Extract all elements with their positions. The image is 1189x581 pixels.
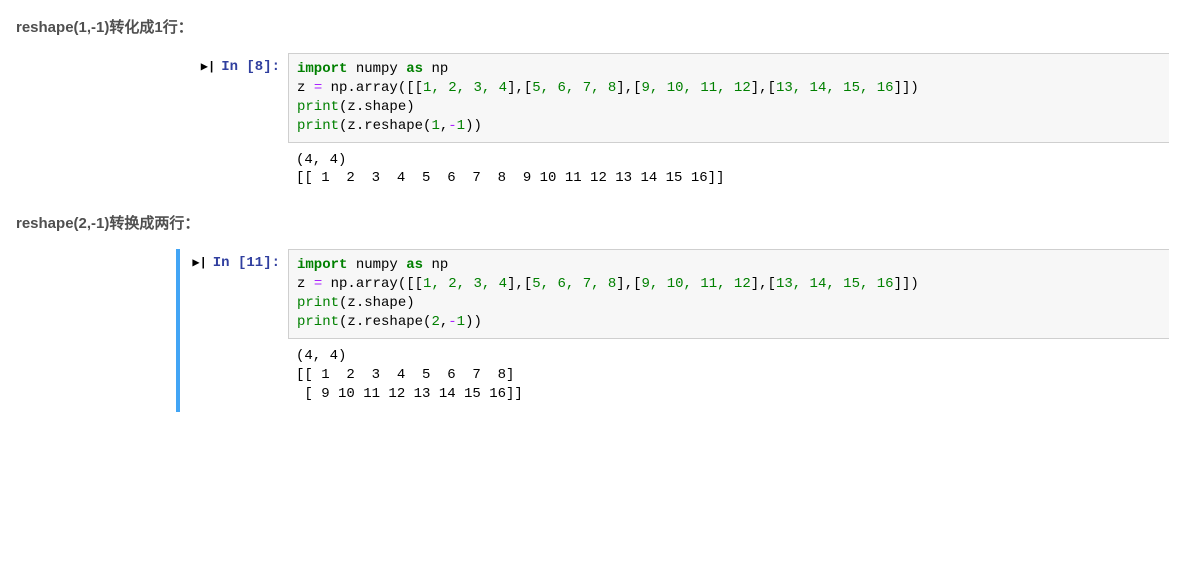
code-block-2: ▶| In [11]: import numpy as np z = np.arr… xyxy=(176,249,1169,411)
prompt-label-1: In [8]: xyxy=(221,59,280,75)
output-row-2: (4, 4) [[ 1 2 3 4 5 6 7 8] [ 9 10 11 12 … xyxy=(180,339,1169,412)
run-icon: ▶| xyxy=(192,256,206,270)
input-row-2: ▶| In [11]: import numpy as np z = np.arr… xyxy=(180,249,1169,339)
output-prompt-2 xyxy=(180,339,288,345)
code-block-1: ▶| In [8]: import numpy as np z = np.arra… xyxy=(176,53,1169,196)
run-icon: ▶| xyxy=(201,60,215,74)
code-output-1: (4, 4) [[ 1 2 3 4 5 6 7 8 9 10 11 12 13 … xyxy=(288,143,1169,197)
output-prompt-1 xyxy=(180,143,288,149)
cell-wrapper-2: ▶| In [11]: import numpy as np z = np.arr… xyxy=(176,249,1169,411)
code-output-2: (4, 4) [[ 1 2 3 4 5 6 7 8] [ 9 10 11 12 … xyxy=(288,339,1169,412)
prompt-label-2: In [11]: xyxy=(213,256,280,272)
heading-1: reshape(1,-1)转化成1行： xyxy=(16,16,1169,37)
code-input-1: import numpy as np z = np.array([[1, 2, … xyxy=(288,53,1169,143)
heading-2: reshape(2,-1)转换成两行： xyxy=(16,212,1169,233)
input-row-1: ▶| In [8]: import numpy as np z = np.arra… xyxy=(180,53,1169,143)
section-reshape-2: reshape(2,-1)转换成两行： ▶| In [11]: import nu… xyxy=(16,212,1169,411)
section-reshape-1: reshape(1,-1)转化成1行： ▶| In [8]: import num… xyxy=(16,16,1169,196)
document-page: reshape(1,-1)转化成1行： ▶| In [8]: import num… xyxy=(0,16,1189,442)
cell-wrapper-1: ▶| In [8]: import numpy as np z = np.arra… xyxy=(176,53,1169,196)
output-row-1: (4, 4) [[ 1 2 3 4 5 6 7 8 9 10 11 12 13 … xyxy=(180,143,1169,197)
prompt-2: ▶| In [11]: xyxy=(180,249,288,271)
code-input-2: import numpy as np z = np.array([[1, 2, … xyxy=(288,249,1169,339)
prompt-1: ▶| In [8]: xyxy=(180,53,288,75)
